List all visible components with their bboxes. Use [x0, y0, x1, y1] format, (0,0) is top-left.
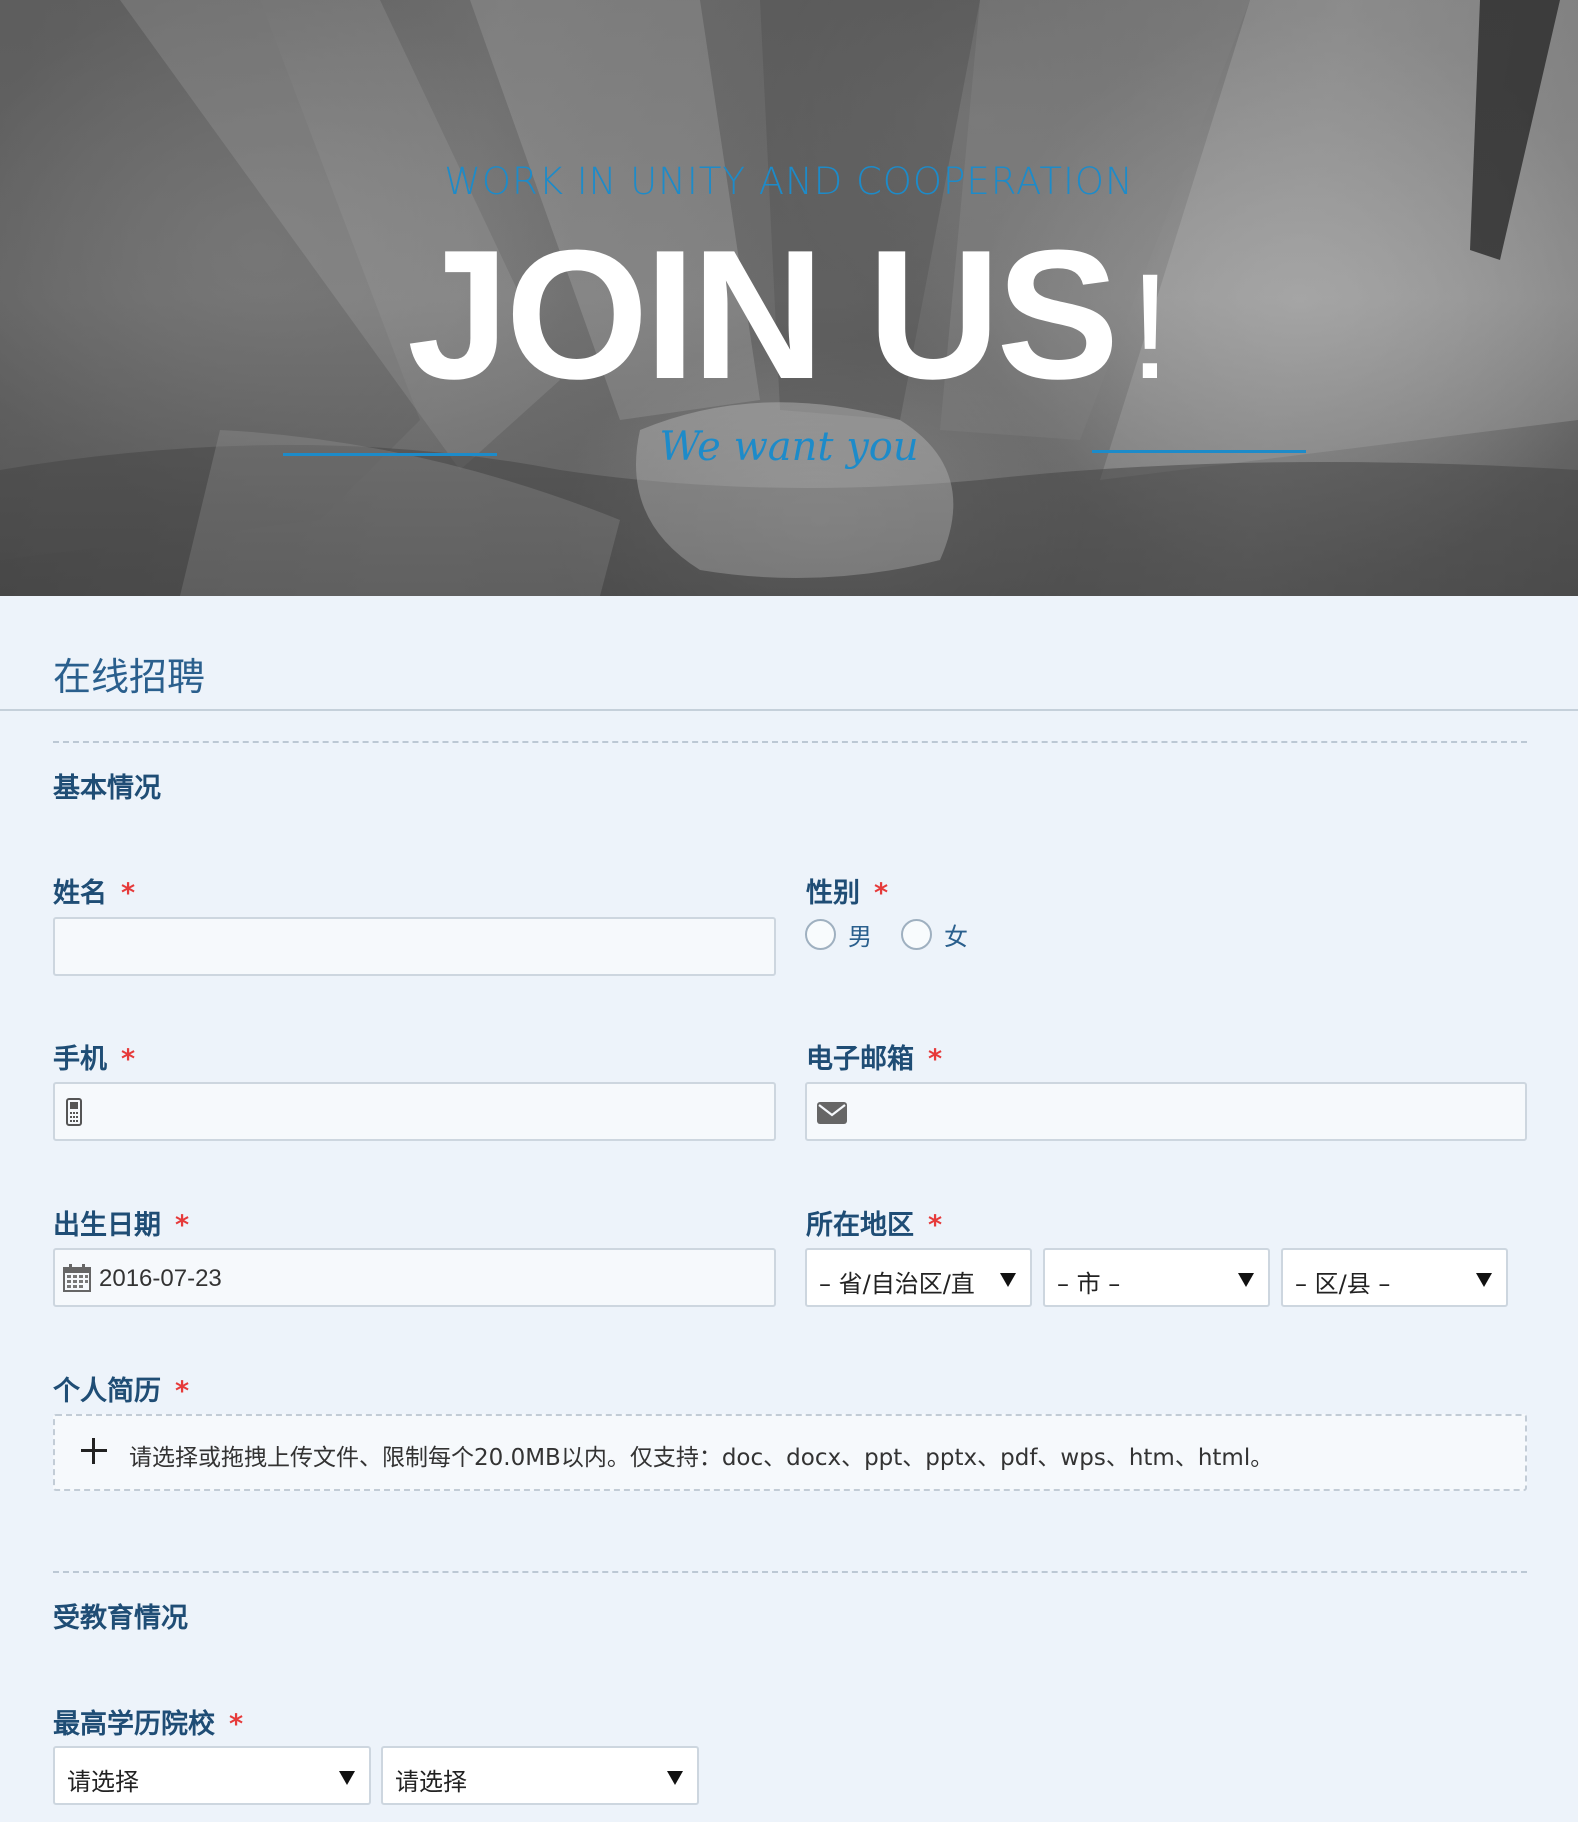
- required-mark: *: [121, 1044, 136, 1075]
- caret-down-icon: [667, 1771, 683, 1785]
- banner-headline-text: JOIN US: [407, 211, 1119, 417]
- caret-down-icon: [1000, 1273, 1016, 1287]
- required-mark: *: [175, 1210, 190, 1241]
- school-label: 最高学历院校 *: [53, 1702, 243, 1741]
- caret-down-icon: [1476, 1273, 1492, 1287]
- province-select[interactable]: – 省/自治区/直: [805, 1248, 1032, 1307]
- district-select[interactable]: – 区/县 –: [1281, 1248, 1508, 1307]
- email-input[interactable]: [805, 1082, 1527, 1141]
- caret-down-icon: [339, 1771, 355, 1785]
- section-divider: [53, 741, 1527, 743]
- section-divider: [53, 1571, 1527, 1573]
- name-label-text: 姓名: [53, 878, 107, 909]
- section-title-education: 受教育情况: [53, 1603, 188, 1634]
- school-label-text: 最高学历院校: [53, 1709, 215, 1740]
- birthdate-input-value: 2016-07-23: [99, 1265, 222, 1292]
- city-select[interactable]: – 市 –: [1043, 1248, 1270, 1307]
- banner-headline-mark: !: [1129, 242, 1171, 410]
- calendar-icon: [63, 1264, 91, 1296]
- hero-banner: WORK IN UNITY AND COOPERATION JOIN US! W…: [0, 0, 1578, 596]
- school-select-1-value: 请选择: [67, 1768, 139, 1796]
- resume-label: 个人简历 *: [53, 1369, 189, 1408]
- email-label-text: 电子邮箱: [806, 1044, 914, 1075]
- radio-label: 女: [944, 923, 968, 951]
- gender-option-male[interactable]: 男: [805, 917, 872, 952]
- gender-option-female[interactable]: 女: [901, 917, 968, 952]
- birthdate-label: 出生日期 *: [53, 1203, 189, 1242]
- radio-label: 男: [848, 923, 872, 951]
- envelope-icon: [817, 1102, 847, 1128]
- plus-icon: [79, 1436, 109, 1466]
- required-mark: *: [928, 1210, 943, 1241]
- banner-headline: JOIN US!: [0, 222, 1578, 418]
- name-input[interactable]: [53, 917, 776, 976]
- email-label: 电子邮箱 *: [806, 1037, 942, 1076]
- phone-label: 手机 *: [53, 1037, 135, 1076]
- region-label-text: 所在地区: [806, 1210, 914, 1241]
- province-select-value: – 省/自治区/直: [819, 1270, 975, 1298]
- region-label: 所在地区 *: [806, 1203, 942, 1242]
- birthdate-input[interactable]: 2016-07-23: [53, 1248, 776, 1307]
- required-mark: *: [121, 878, 136, 909]
- required-mark: *: [874, 878, 889, 909]
- school-select-1[interactable]: 请选择: [53, 1746, 371, 1805]
- radio-button[interactable]: [805, 919, 836, 950]
- banner-script: We want you: [659, 424, 919, 470]
- city-select-value: – 市 –: [1057, 1270, 1121, 1298]
- caret-down-icon: [1238, 1273, 1254, 1287]
- title-divider: [0, 709, 1578, 711]
- required-mark: *: [928, 1044, 943, 1075]
- banner-tagline: WORK IN UNITY AND COOPERATION: [444, 160, 1134, 203]
- required-mark: *: [175, 1376, 190, 1407]
- page-title: 在线招聘: [53, 655, 206, 699]
- required-mark: *: [229, 1709, 244, 1740]
- section-title-basic: 基本情况: [53, 773, 161, 804]
- name-label: 姓名 *: [53, 871, 135, 910]
- upload-hint: 请选择或拖拽上传文件、限制每个20.0MB以内。仅支持：doc、docx、ppt…: [129, 1445, 1274, 1471]
- school-select-2[interactable]: 请选择: [381, 1746, 699, 1805]
- district-select-value: – 区/县 –: [1295, 1270, 1391, 1298]
- birthdate-label-text: 出生日期: [53, 1210, 161, 1241]
- mobile-phone-icon: [65, 1098, 83, 1130]
- phone-input[interactable]: [53, 1082, 776, 1141]
- resume-upload-dropzone[interactable]: 请选择或拖拽上传文件、限制每个20.0MB以内。仅支持：doc、docx、ppt…: [53, 1414, 1527, 1491]
- resume-label-text: 个人简历: [53, 1376, 161, 1407]
- gender-label: 性别 *: [806, 871, 888, 910]
- school-select-2-value: 请选择: [395, 1768, 467, 1796]
- radio-button[interactable]: [901, 919, 932, 950]
- phone-label-text: 手机: [53, 1044, 107, 1075]
- gender-label-text: 性别: [806, 878, 860, 909]
